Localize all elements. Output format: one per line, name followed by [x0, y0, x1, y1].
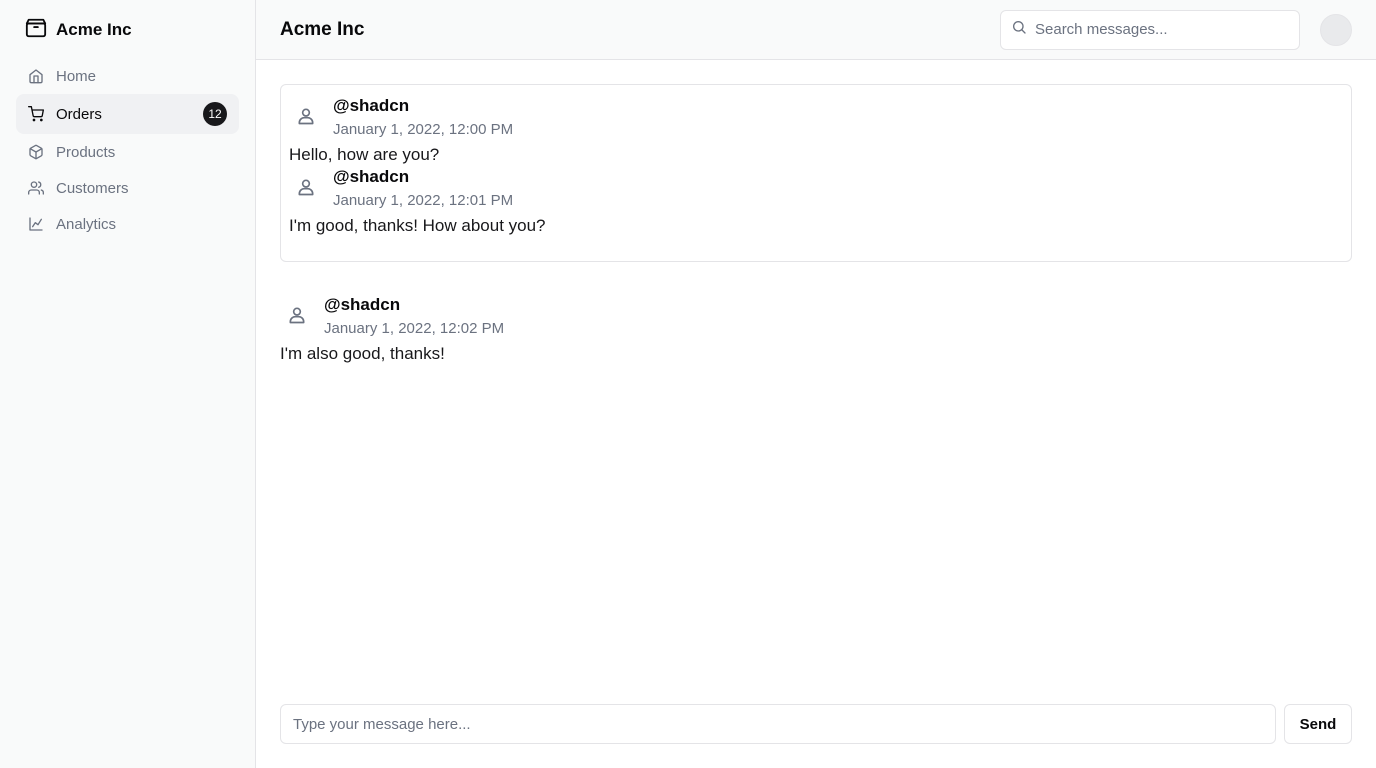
- brand-name: Acme Inc: [56, 20, 132, 39]
- cart-icon: [28, 106, 44, 122]
- search-input[interactable]: [1035, 21, 1289, 38]
- sidebar-item-orders[interactable]: Orders 12: [16, 94, 239, 134]
- message-text: I'm good, thanks! How about you?: [289, 216, 546, 235]
- user-avatar[interactable]: [1320, 13, 1352, 46]
- message-thread: @shadcn January 1, 2022, 12:00 PM Hello,…: [280, 84, 1352, 262]
- sidebar-item-label: Customers: [56, 179, 129, 197]
- send-button[interactable]: Send: [1284, 704, 1352, 744]
- sidebar-nav: Home Orders 12 Products Customers Analyt…: [0, 58, 255, 242]
- message-input[interactable]: [280, 704, 1276, 744]
- orders-count-badge: 12: [203, 102, 227, 126]
- user-icon: [289, 170, 323, 204]
- message-composer: Send: [280, 704, 1352, 744]
- message-item: @shadcn January 1, 2022, 12:01 PM I'm go…: [289, 166, 1343, 237]
- brand[interactable]: Acme Inc: [0, 0, 255, 60]
- message-username[interactable]: @shadcn: [333, 95, 513, 117]
- package-icon: [25, 17, 47, 44]
- line-chart-icon: [28, 216, 44, 232]
- message-timestamp: January 1, 2022, 12:01 PM: [333, 192, 514, 209]
- user-icon: [280, 298, 314, 332]
- message-text: I'm also good, thanks!: [280, 344, 445, 363]
- sidebar-item-home[interactable]: Home: [16, 58, 239, 94]
- message-username[interactable]: @shadcn: [333, 166, 513, 188]
- message-timestamp: January 1, 2022, 12:00 PM: [333, 121, 514, 138]
- message-item: @shadcn January 1, 2022, 12:00 PM Hello,…: [289, 95, 1343, 166]
- sidebar: Acme Inc Home Orders 12 Products Custome…: [0, 0, 256, 768]
- search-box[interactable]: [1000, 9, 1300, 50]
- user-icon: [289, 99, 323, 133]
- top-header: Acme Inc: [256, 0, 1376, 60]
- message-list: @shadcn January 1, 2022, 12:00 PM Hello,…: [256, 60, 1376, 768]
- sidebar-item-products[interactable]: Products: [16, 134, 239, 170]
- home-icon: [28, 68, 44, 84]
- sidebar-item-analytics[interactable]: Analytics: [16, 206, 239, 242]
- users-icon: [28, 180, 44, 196]
- sidebar-item-label: Home: [56, 67, 97, 85]
- message-username[interactable]: @shadcn: [324, 294, 504, 316]
- sidebar-item-label: Products: [56, 143, 116, 161]
- main-area: Acme Inc @shadcn January 1, 2022, 12:00 …: [256, 0, 1376, 768]
- message-item: @shadcn January 1, 2022, 12:02 PM I'm al…: [280, 294, 1352, 365]
- message-timestamp: January 1, 2022, 12:02 PM: [324, 320, 505, 337]
- search-icon: [1011, 19, 1027, 40]
- message-text: Hello, how are you?: [289, 145, 440, 164]
- package-icon: [28, 144, 44, 160]
- page-title: Acme Inc: [280, 18, 365, 40]
- sidebar-item-label: Analytics: [56, 215, 117, 233]
- sidebar-item-customers[interactable]: Customers: [16, 170, 239, 206]
- sidebar-item-label: Orders: [56, 105, 102, 123]
